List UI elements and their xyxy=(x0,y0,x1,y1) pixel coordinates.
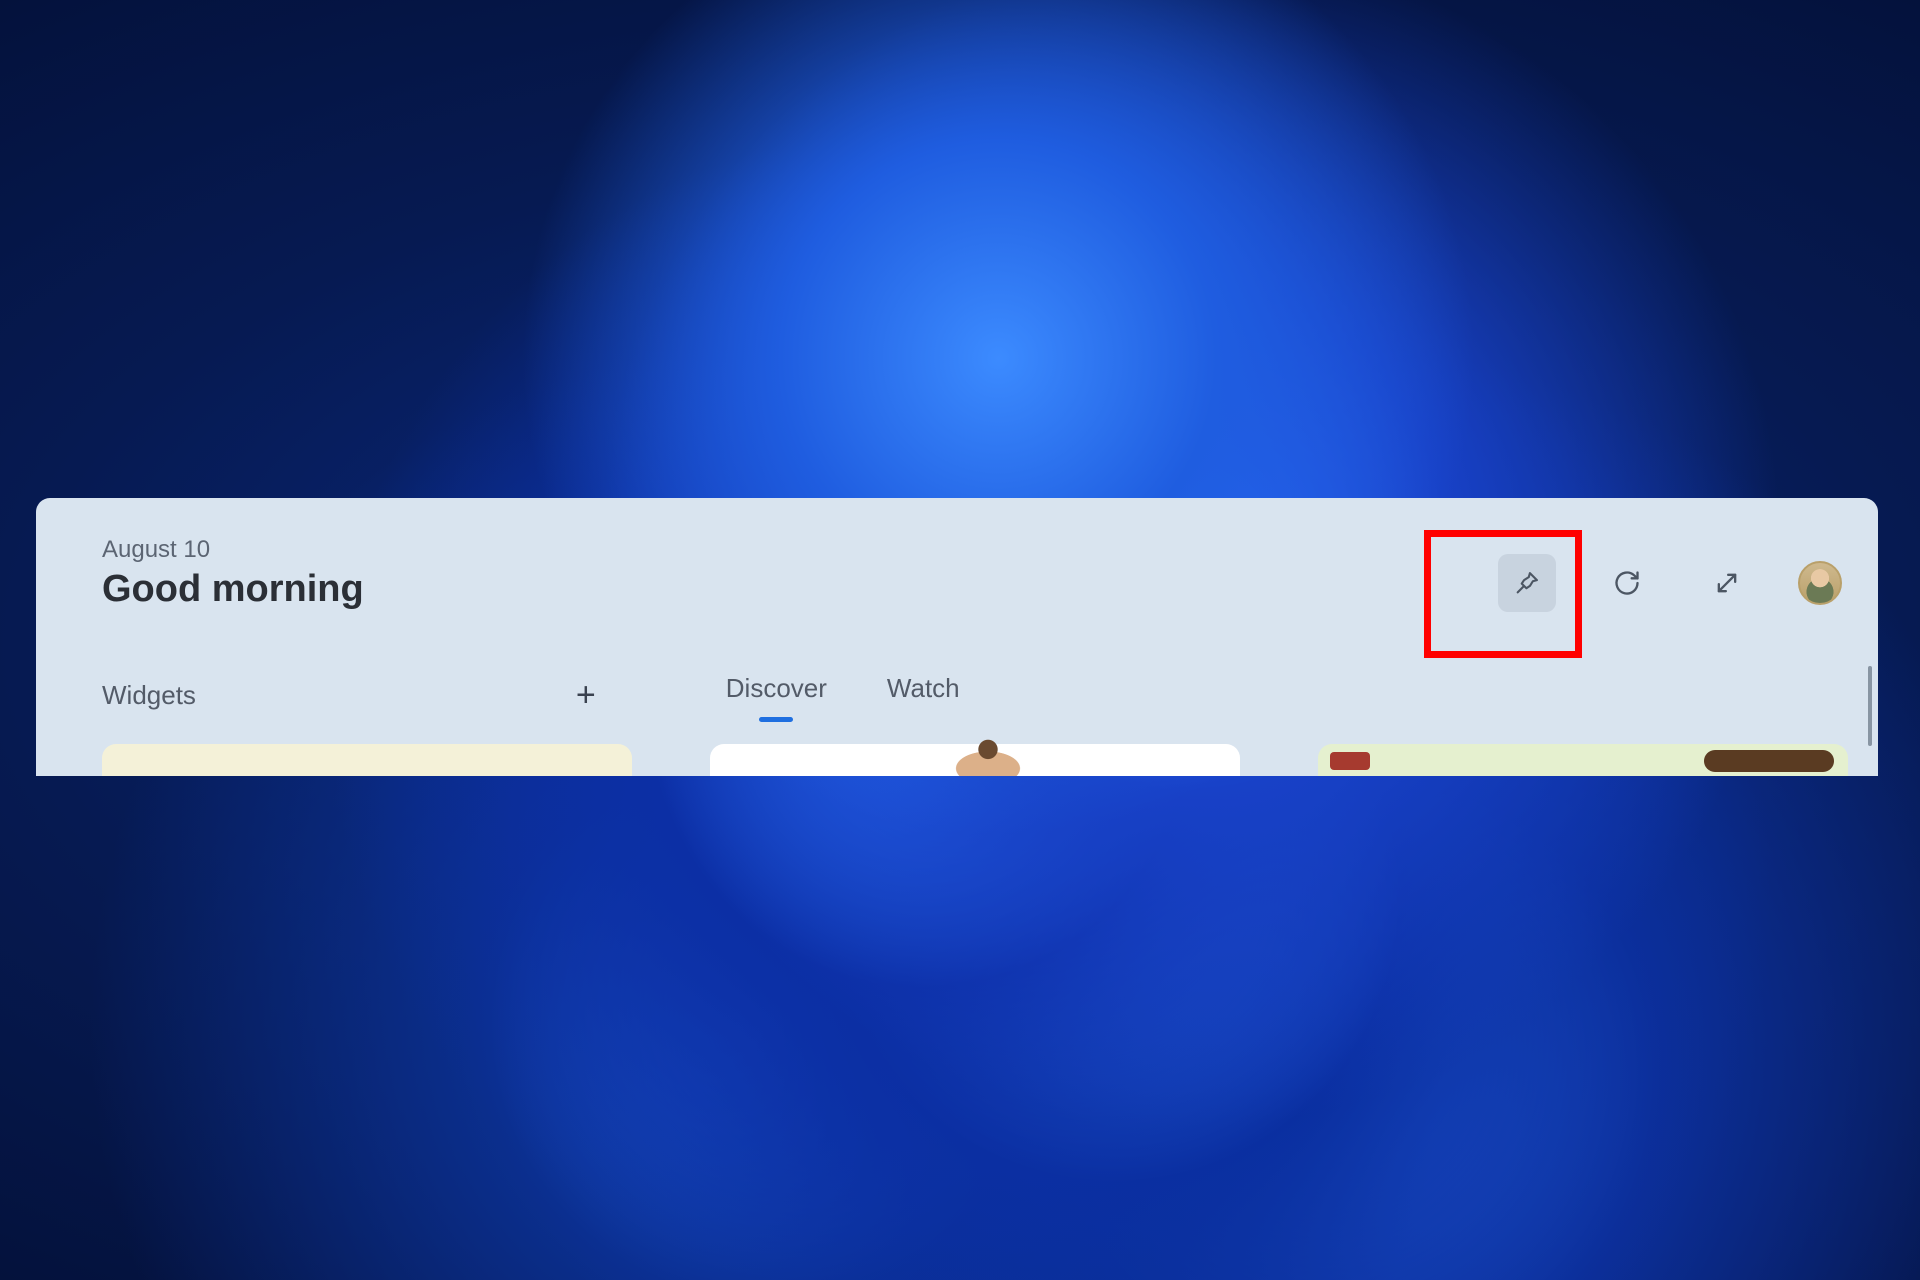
section-tabs-row: Widgets + Discover Watch xyxy=(102,670,1848,720)
pin-button[interactable] xyxy=(1498,554,1556,612)
user-avatar[interactable] xyxy=(1798,561,1842,605)
pin-icon xyxy=(1513,569,1541,597)
panel-scrollbar[interactable] xyxy=(1868,666,1872,746)
refresh-button[interactable] xyxy=(1598,554,1656,612)
add-widget-button[interactable]: + xyxy=(576,676,596,715)
greeting-header: August 10 Good morning xyxy=(102,536,364,611)
widget-card[interactable] xyxy=(102,744,632,776)
header-actions xyxy=(1498,554,1842,612)
date-label: August 10 xyxy=(102,536,364,564)
content-cards-row xyxy=(102,744,1848,776)
feed-card[interactable] xyxy=(710,744,1240,776)
tab-watch[interactable]: Watch xyxy=(887,673,960,718)
greeting-label: Good morning xyxy=(102,568,364,611)
feed-card[interactable] xyxy=(1318,744,1848,776)
widgets-section-label: Widgets xyxy=(102,680,196,711)
expand-icon xyxy=(1713,569,1741,597)
expand-button[interactable] xyxy=(1698,554,1756,612)
refresh-icon xyxy=(1613,569,1641,597)
tab-discover[interactable]: Discover xyxy=(726,673,827,718)
plus-icon: + xyxy=(576,676,596,714)
feed-tabs: Discover Watch xyxy=(726,673,960,718)
widgets-board-panel: August 10 Good morning xyxy=(36,498,1878,776)
